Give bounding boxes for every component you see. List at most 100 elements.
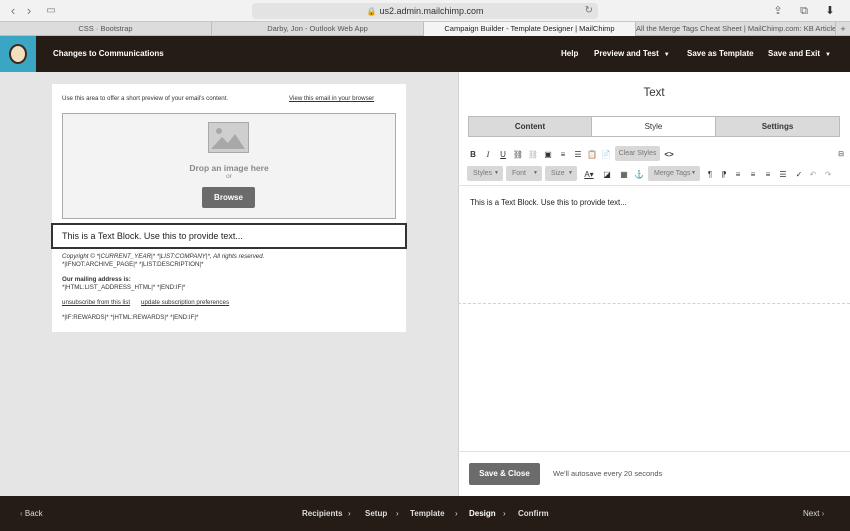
- chevron-down-icon: ▼: [663, 52, 670, 58]
- merge-tags-dropdown[interactable]: Merge Tags ▼: [648, 166, 700, 181]
- editor-toolbar-row-2: Styles ▼ Font ▼ Size ▼ A▾ ◪ ▦ ⚓ Merge Tags ▼…: [465, 166, 850, 184]
- preview-and-test-menu[interactable]: Preview and Test ▼: [594, 36, 670, 73]
- source-code-icon[interactable]: <>: [663, 146, 675, 164]
- size-label: Size: [551, 170, 565, 177]
- next-button[interactable]: Next ›: [803, 496, 824, 531]
- address-bar[interactable]: 🔒 us2.admin.mailchimp.com ↻: [252, 3, 598, 19]
- step-setup[interactable]: Setup: [365, 496, 387, 531]
- chevron-right-icon: ›: [348, 509, 351, 518]
- browser-tab-active[interactable]: Campaign Builder - Template Designer | M…: [424, 22, 636, 36]
- chevron-right-icon: ›: [455, 509, 458, 518]
- editor-boundary: [458, 303, 850, 304]
- tab-style[interactable]: Style: [591, 116, 716, 137]
- app-header: Changes to Communications Help Preview a…: [0, 36, 850, 72]
- save-and-close-button[interactable]: Save & Close: [469, 463, 540, 485]
- reload-icon[interactable]: ↻: [585, 3, 593, 19]
- font-label: Font: [512, 170, 527, 177]
- merge-tags-label: Merge Tags: [654, 170, 691, 177]
- mailing-address-tag: *|HTML:LIST_ADDRESS_HTML|* *|END:IF|*: [62, 284, 186, 291]
- editor-content[interactable]: This is a Text Block. Use this to provid…: [470, 198, 627, 207]
- or-label: or: [226, 173, 232, 180]
- link-icon[interactable]: ⛓: [512, 146, 524, 164]
- chevron-right-icon: ›: [396, 509, 399, 518]
- back-nav-icon[interactable]: ‹: [5, 4, 21, 18]
- editor-toolbar-row-1: B I U ⛓ ⛓ ▣ ≡ ☰ 📋 📄 Clear Styles <> ⊟: [465, 146, 850, 164]
- collapse-icon[interactable]: ⊟: [836, 146, 846, 164]
- undo-icon[interactable]: ↶: [808, 166, 818, 184]
- chevron-down-icon: ▼: [825, 52, 831, 58]
- caret-icon: ▼: [568, 170, 573, 176]
- unsubscribe-link[interactable]: unsubscribe from this list: [62, 299, 130, 306]
- step-design-current[interactable]: Design: [469, 496, 496, 531]
- tab-settings[interactable]: Settings: [715, 116, 840, 137]
- bold-icon[interactable]: B: [467, 146, 479, 164]
- unlink-icon[interactable]: ⛓: [527, 146, 539, 164]
- step-recipients[interactable]: Recipients: [302, 496, 342, 531]
- preheader-text[interactable]: Use this area to offer a short preview o…: [62, 95, 228, 102]
- align-center-icon[interactable]: ≡: [748, 166, 758, 184]
- tab-content[interactable]: Content: [468, 116, 592, 137]
- lock-icon: 🔒: [366, 7, 377, 16]
- mailchimp-logo[interactable]: [0, 36, 36, 72]
- back-button[interactable]: ‹ Back: [20, 496, 43, 531]
- background-color-icon[interactable]: ◪: [601, 166, 613, 184]
- clear-styles-button[interactable]: Clear Styles: [615, 146, 660, 161]
- step-confirm[interactable]: Confirm: [518, 496, 549, 531]
- update-preferences-link[interactable]: update subscription preferences: [141, 299, 229, 306]
- align-left-icon[interactable]: ≡: [733, 166, 743, 184]
- paste-word-icon[interactable]: 📄: [600, 146, 612, 164]
- text-color-icon[interactable]: A▾: [581, 166, 597, 184]
- step-template[interactable]: Template: [410, 496, 445, 531]
- image-placeholder-icon: [208, 122, 249, 153]
- panel-footer-divider: [458, 451, 850, 452]
- view-in-browser-link[interactable]: View this email in your browser: [289, 95, 374, 102]
- campaign-title: Changes to Communications: [53, 49, 164, 58]
- new-tab-icon[interactable]: +: [836, 22, 850, 36]
- save-as-template-button[interactable]: Save as Template: [687, 36, 754, 72]
- ordered-list-icon[interactable]: ≡: [557, 146, 569, 164]
- autosave-note: We'll autosave every 20 seconds: [553, 469, 663, 478]
- sidebar-toggle-icon[interactable]: ▭: [43, 4, 59, 18]
- image-icon: [211, 128, 245, 149]
- font-dropdown[interactable]: Font ▼: [506, 166, 542, 181]
- share-icon[interactable]: ⇪: [771, 4, 785, 18]
- align-right-icon[interactable]: ≡: [763, 166, 773, 184]
- underline-icon[interactable]: U: [497, 146, 509, 164]
- mailing-address-label: Our mailing address is:: [62, 276, 131, 283]
- anchor-icon[interactable]: ⚓: [633, 166, 645, 184]
- forward-nav-icon[interactable]: ›: [21, 4, 37, 18]
- rewards-merge-tags: *|IF:REWARDS|* *|HTML:REWARDS|* *|END:IF…: [62, 314, 199, 321]
- browser-tab[interactable]: All the Merge Tags Cheat Sheet | MailChi…: [636, 22, 836, 36]
- download-icon[interactable]: ⬇: [823, 4, 837, 18]
- chevron-right-icon: ›: [503, 509, 506, 518]
- help-link[interactable]: Help: [561, 36, 578, 72]
- styles-dropdown[interactable]: Styles ▼: [467, 166, 503, 181]
- paste-icon[interactable]: 📋: [586, 146, 598, 164]
- italic-icon[interactable]: I: [482, 146, 494, 164]
- table-icon[interactable]: ▦: [618, 166, 630, 184]
- bulleted-list-icon[interactable]: ☰: [572, 146, 584, 164]
- toolbar-divider: [458, 185, 850, 186]
- justify-icon[interactable]: ☰: [778, 166, 788, 184]
- paragraph-ltr-icon[interactable]: ¶: [705, 166, 715, 184]
- insert-image-icon[interactable]: ▣: [542, 146, 554, 164]
- back-label: Back: [24, 509, 43, 518]
- size-dropdown[interactable]: Size ▼: [545, 166, 577, 181]
- panel-title: Text: [643, 87, 665, 99]
- caret-icon: ▼: [533, 170, 538, 176]
- copyright-text: Copyright © *|CURRENT_YEAR|* *|LIST:COMP…: [62, 253, 265, 260]
- tabs-overview-icon[interactable]: ⧉: [797, 4, 811, 18]
- spellcheck-icon[interactable]: ✓: [793, 166, 805, 184]
- browser-tab[interactable]: CSS · Bootstrap: [0, 22, 212, 36]
- freddie-icon: [9, 44, 27, 64]
- url-text: us2.admin.mailchimp.com: [379, 6, 484, 16]
- preview-label: Preview and Test: [594, 49, 659, 58]
- drop-image-label: Drop an image here: [189, 163, 269, 173]
- paragraph-rtl-icon[interactable]: ⁋: [719, 166, 729, 184]
- save-and-exit-menu[interactable]: Save and Exit ▼: [768, 36, 831, 73]
- browse-button[interactable]: Browse: [202, 187, 255, 208]
- browser-tab[interactable]: Darby, Jon - Outlook Web App: [212, 22, 424, 36]
- text-block-selected[interactable]: This is a Text Block. Use this to provid…: [51, 223, 407, 249]
- caret-icon: ▼: [691, 170, 696, 176]
- redo-icon[interactable]: ↷: [823, 166, 833, 184]
